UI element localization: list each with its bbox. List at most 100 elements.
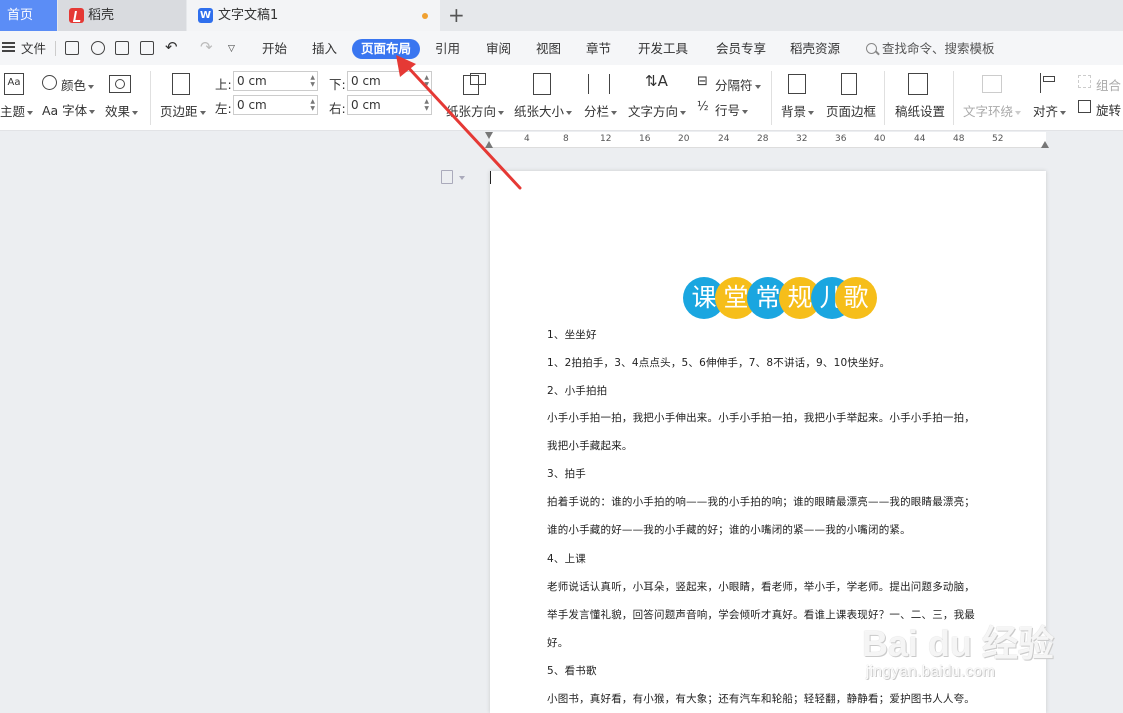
search-placeholder: 查找命令、搜索模板 xyxy=(882,41,995,56)
text-wrap-label: 文字环绕 xyxy=(963,104,1014,119)
text-wrap-button[interactable]: 文字环绕 xyxy=(963,101,1022,120)
background-label: 背景 xyxy=(781,104,807,119)
text-cursor xyxy=(490,171,491,184)
background-button[interactable]: 背景 xyxy=(781,101,815,120)
save-icon[interactable] xyxy=(65,41,79,55)
menu-chapter[interactable]: 章节 xyxy=(586,39,611,59)
right-margin-label: 右: xyxy=(329,101,346,116)
theme-button[interactable]: 主题 xyxy=(0,101,34,120)
font-button[interactable]: Aa 字体 xyxy=(42,100,96,119)
menu-references[interactable]: 引用 xyxy=(435,39,460,59)
daoke-logo-icon xyxy=(69,8,84,23)
palette-icon xyxy=(42,75,57,90)
divider xyxy=(150,71,151,125)
doc-line: 2、小手拍拍 xyxy=(547,385,608,397)
command-search[interactable]: 查找命令、搜索模板 xyxy=(866,39,995,59)
hamburger-icon[interactable] xyxy=(2,42,15,52)
doc-line: 好。 xyxy=(547,637,569,649)
orientation-button[interactable]: 纸张方向 xyxy=(446,101,505,120)
separator-label: 分隔符 xyxy=(715,78,753,93)
menu-review[interactable]: 审阅 xyxy=(486,39,511,59)
left-margin-input[interactable]: 0 cm ▲ ▼ xyxy=(233,95,318,115)
paper-size-icon xyxy=(533,73,551,95)
search-icon xyxy=(866,43,877,54)
right-margin-input[interactable]: 0 cm ▲ ▼ xyxy=(347,95,432,115)
bottom-margin-value: 0 cm xyxy=(351,74,381,88)
effect-button[interactable]: 效果 xyxy=(105,101,139,120)
line-number-button[interactable]: 行号 xyxy=(715,100,749,119)
spinner-icon[interactable]: ▲ ▼ xyxy=(310,98,315,112)
paper-size-button[interactable]: 纸张大小 xyxy=(514,101,573,120)
separator-button[interactable]: 分隔符 xyxy=(715,75,761,94)
menu-home[interactable]: 开始 xyxy=(262,39,287,59)
group-button[interactable]: 组合 xyxy=(1096,75,1121,94)
margins-button[interactable]: 页边距 xyxy=(160,101,206,120)
doc-line: 老师说话认真听，小耳朵，竖起来，小眼睛，看老师，举小手，学老师。提出问题多动脑， xyxy=(547,581,975,593)
divider xyxy=(884,71,885,125)
ruler-tick: 36 xyxy=(835,134,847,144)
rotate-button[interactable]: 旋转 xyxy=(1096,100,1121,119)
theme-label: 主题 xyxy=(0,104,26,119)
doc-line: 1、坐坐好 xyxy=(547,329,597,341)
menu-developer[interactable]: 开发工具 xyxy=(638,39,688,59)
redo-icon[interactable]: ↷ xyxy=(200,37,213,57)
ruler-tick: 20 xyxy=(678,134,690,144)
horizontal-ruler[interactable]: 4 8 12 16 20 24 28 32 36 40 44 48 52 xyxy=(490,132,1046,148)
orientation-label: 纸张方向 xyxy=(446,104,497,119)
left-margin-label: 左: xyxy=(215,101,232,116)
top-margin-input[interactable]: 0 cm ▲ ▼ xyxy=(233,71,318,91)
menu-bar: 文件 ↶ ↷ ▽ 开始 插入 页面布局 引用 审阅 视图 章节 开发工具 会员专… xyxy=(0,31,1123,65)
paper-setting-button[interactable]: 稿纸设置 xyxy=(895,101,945,120)
first-line-indent-marker[interactable] xyxy=(485,132,493,139)
chevron-down-icon[interactable] xyxy=(459,176,465,180)
menu-insert[interactable]: 插入 xyxy=(312,39,337,59)
menu-page-layout[interactable]: 页面布局 xyxy=(352,39,421,59)
align-button[interactable]: 对齐 xyxy=(1033,101,1067,120)
columns-icon xyxy=(588,74,610,94)
right-indent-marker[interactable] xyxy=(1041,141,1049,148)
tab-daoke[interactable]: 稻壳 xyxy=(58,0,186,31)
right-margin-value: 0 cm xyxy=(351,98,381,112)
top-margin-value: 0 cm xyxy=(237,74,267,88)
undo-icon[interactable]: ↶ xyxy=(165,37,178,57)
background-icon xyxy=(788,74,806,94)
tab-document[interactable]: W 文字文稿1 xyxy=(187,0,440,31)
export-pdf-icon[interactable] xyxy=(91,41,105,55)
doc-line: 4、上课 xyxy=(547,553,586,565)
paper-size-label: 纸张大小 xyxy=(514,104,565,119)
baidu-watermark: Bai du 经验 jingyan.baidu.com xyxy=(862,615,1062,695)
menu-view[interactable]: 视图 xyxy=(536,39,561,59)
separator-icon: ⊟ xyxy=(697,74,708,89)
margins-label: 页边距 xyxy=(160,104,198,119)
menu-member[interactable]: 会员专享 xyxy=(716,39,766,59)
theme-icon: Aa xyxy=(4,73,24,95)
tab-daoke-label: 稻壳 xyxy=(88,8,115,23)
text-direction-button[interactable]: 文字方向 xyxy=(628,101,687,120)
columns-label: 分栏 xyxy=(584,104,610,119)
text-wrap-icon xyxy=(982,75,1002,93)
print-preview-icon[interactable] xyxy=(140,41,154,55)
new-tab-button[interactable]: + xyxy=(448,3,465,27)
quick-access-chevron-down-icon[interactable]: ▽ xyxy=(228,39,235,59)
doc-line: 谁的小手藏的好——我的小手藏的好；谁的小嘴闭的紧——我的小嘴闭的紧。 xyxy=(547,524,911,536)
document-map-icon[interactable] xyxy=(441,170,453,184)
page-border-button[interactable]: 页面边框 xyxy=(826,101,876,120)
spinner-icon[interactable]: ▲ ▼ xyxy=(424,98,429,112)
doc-line: 5、看书歌 xyxy=(547,665,597,677)
ruler-tick: 8 xyxy=(563,134,569,144)
line-number-icon: ½ xyxy=(697,99,709,113)
menu-daoke-resources[interactable]: 稻壳资源 xyxy=(790,39,840,59)
tab-bar: 首页 稻壳 W 文字文稿1 + xyxy=(0,0,1123,31)
print-icon[interactable] xyxy=(115,41,129,55)
columns-button[interactable]: 分栏 xyxy=(584,101,618,120)
file-menu[interactable]: 文件 xyxy=(21,39,46,59)
ruler-tick: 4 xyxy=(524,134,530,144)
left-indent-marker[interactable] xyxy=(485,141,493,148)
color-button[interactable]: 颜色 xyxy=(61,75,95,94)
spinner-icon[interactable]: ▲ ▼ xyxy=(310,74,315,88)
bottom-margin-input[interactable]: 0 cm ▲ ▼ xyxy=(347,71,432,91)
spinner-icon[interactable]: ▲ ▼ xyxy=(424,74,429,88)
tab-home[interactable]: 首页 xyxy=(0,0,57,31)
top-margin-label: 上: xyxy=(215,77,232,92)
doc-line: 小手小手拍一拍，我把小手伸出来。小手小手拍一拍，我把小手举起来。小手小手拍一拍， xyxy=(547,412,975,424)
